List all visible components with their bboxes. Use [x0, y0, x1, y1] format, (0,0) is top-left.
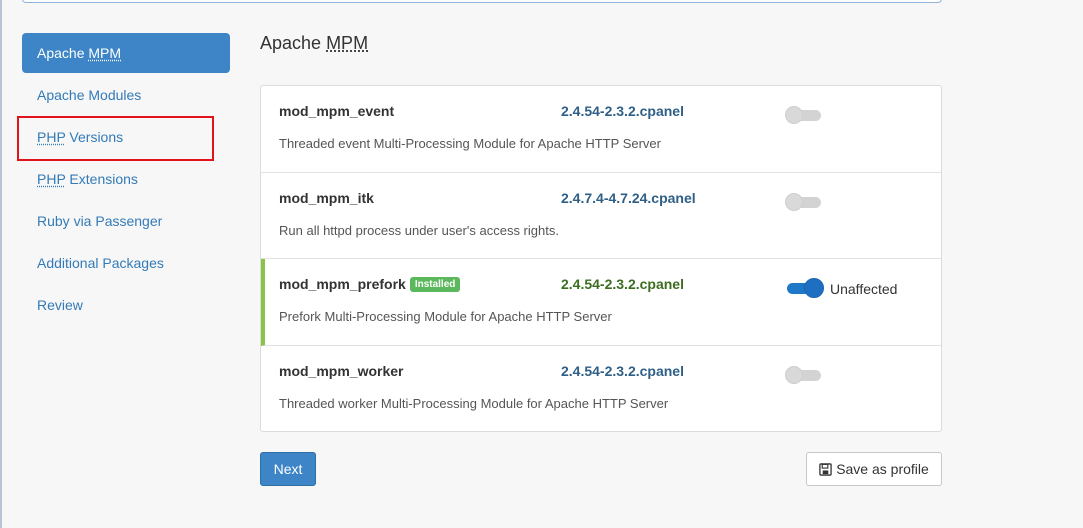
module-row-installed: mod_mpm_prefork Installed 2.4.54-2.3.2.cp… — [261, 259, 941, 346]
sidebar-item-abbr: MPM — [88, 45, 122, 61]
module-version: 2.4.7.4-4.7.24.cpanel — [561, 189, 696, 206]
module-toggle[interactable] — [785, 192, 823, 211]
sidebar-item-label: Apache — [37, 45, 89, 61]
module-name: mod_mpm_itk — [279, 190, 374, 206]
mpm-module-list: mod_mpm_event 2.4.54-2.3.2.cpanel Thread… — [260, 85, 942, 432]
module-row: mod_mpm_itk 2.4.7.4-4.7.24.cpanel Run al… — [261, 173, 941, 259]
sidebar-item-label: Ruby via Passenger — [37, 213, 163, 229]
annotation-highlight-box — [17, 116, 214, 161]
toggle-knob — [785, 365, 803, 384]
next-button[interactable]: Next — [260, 452, 316, 486]
module-toggle[interactable] — [785, 106, 823, 124]
sidebar-item-label: Review — [37, 297, 83, 313]
page-title: Apache MPM — [260, 33, 368, 54]
module-toggle[interactable] — [785, 278, 824, 298]
sidebar-item-apache-mpm[interactable]: Apache MPM — [22, 33, 230, 73]
left-edge-rule — [0, 0, 2, 528]
sidebar-item-label: Additional Packages — [37, 255, 164, 271]
toggle-knob — [785, 192, 803, 211]
module-description: Threaded event Multi-Processing Module f… — [279, 136, 661, 151]
sidebar-item-label: Apache Modules — [37, 87, 142, 103]
sidebar-item-php-extensions[interactable]: PHP Extensions — [22, 159, 230, 199]
module-name: mod_mpm_event — [279, 103, 394, 119]
sidebar-item-abbr: PHP — [37, 171, 66, 187]
module-name: mod_mpm_worker — [279, 363, 403, 379]
module-name-text: mod_mpm_itk — [279, 189, 374, 206]
module-description: Threaded worker Multi-Processing Module … — [279, 395, 669, 411]
installed-badge: Installed — [409, 277, 461, 292]
module-name-text: mod_mpm_prefork — [279, 276, 406, 292]
sidebar-item-additional-packages[interactable]: Additional Packages — [22, 243, 230, 283]
floppy-disk-icon — [819, 462, 832, 476]
module-version: 2.4.54-2.3.2.cpanel — [561, 362, 684, 379]
page-title-abbr: MPM — [326, 33, 369, 53]
module-row: mod_mpm_event 2.4.54-2.3.2.cpanel Thread… — [261, 86, 941, 173]
module-toggle[interactable] — [785, 365, 823, 384]
sidebar-item-review[interactable]: Review — [22, 285, 230, 325]
wizard-sidebar: Apache MPM Apache Modules PHP Versions P… — [22, 33, 230, 327]
sidebar-item-ruby-via-passenger[interactable]: Ruby via Passenger — [22, 201, 230, 241]
module-version: 2.4.54-2.3.2.cpanel — [561, 103, 684, 119]
sidebar-item-apache-modules[interactable]: Apache Modules — [22, 75, 230, 115]
top-search-bar-edge — [22, 0, 942, 3]
toggle-knob — [804, 278, 824, 298]
module-version: 2.4.54-2.3.2.cpanel — [561, 276, 684, 292]
module-name-text: mod_mpm_worker — [279, 362, 404, 379]
toggle-knob — [785, 106, 803, 124]
page-title-text: Apache — [260, 33, 327, 53]
module-name-text: mod_mpm_event — [279, 103, 395, 119]
module-row: mod_mpm_worker 2.4.54-2.3.2.cpanel Threa… — [261, 346, 941, 432]
toggle-status-label: Unaffected — [830, 281, 898, 297]
module-name: mod_mpm_prefork Installed — [279, 276, 461, 292]
save-as-profile-label: Save as profile — [836, 461, 929, 477]
module-description: Prefork Multi-Processing Module for Apac… — [279, 309, 612, 324]
sidebar-item-label-suffix: Extensions — [65, 171, 138, 187]
save-as-profile-button[interactable]: Save as profile — [806, 452, 942, 486]
module-description: Run all httpd process under user's acces… — [279, 222, 559, 238]
